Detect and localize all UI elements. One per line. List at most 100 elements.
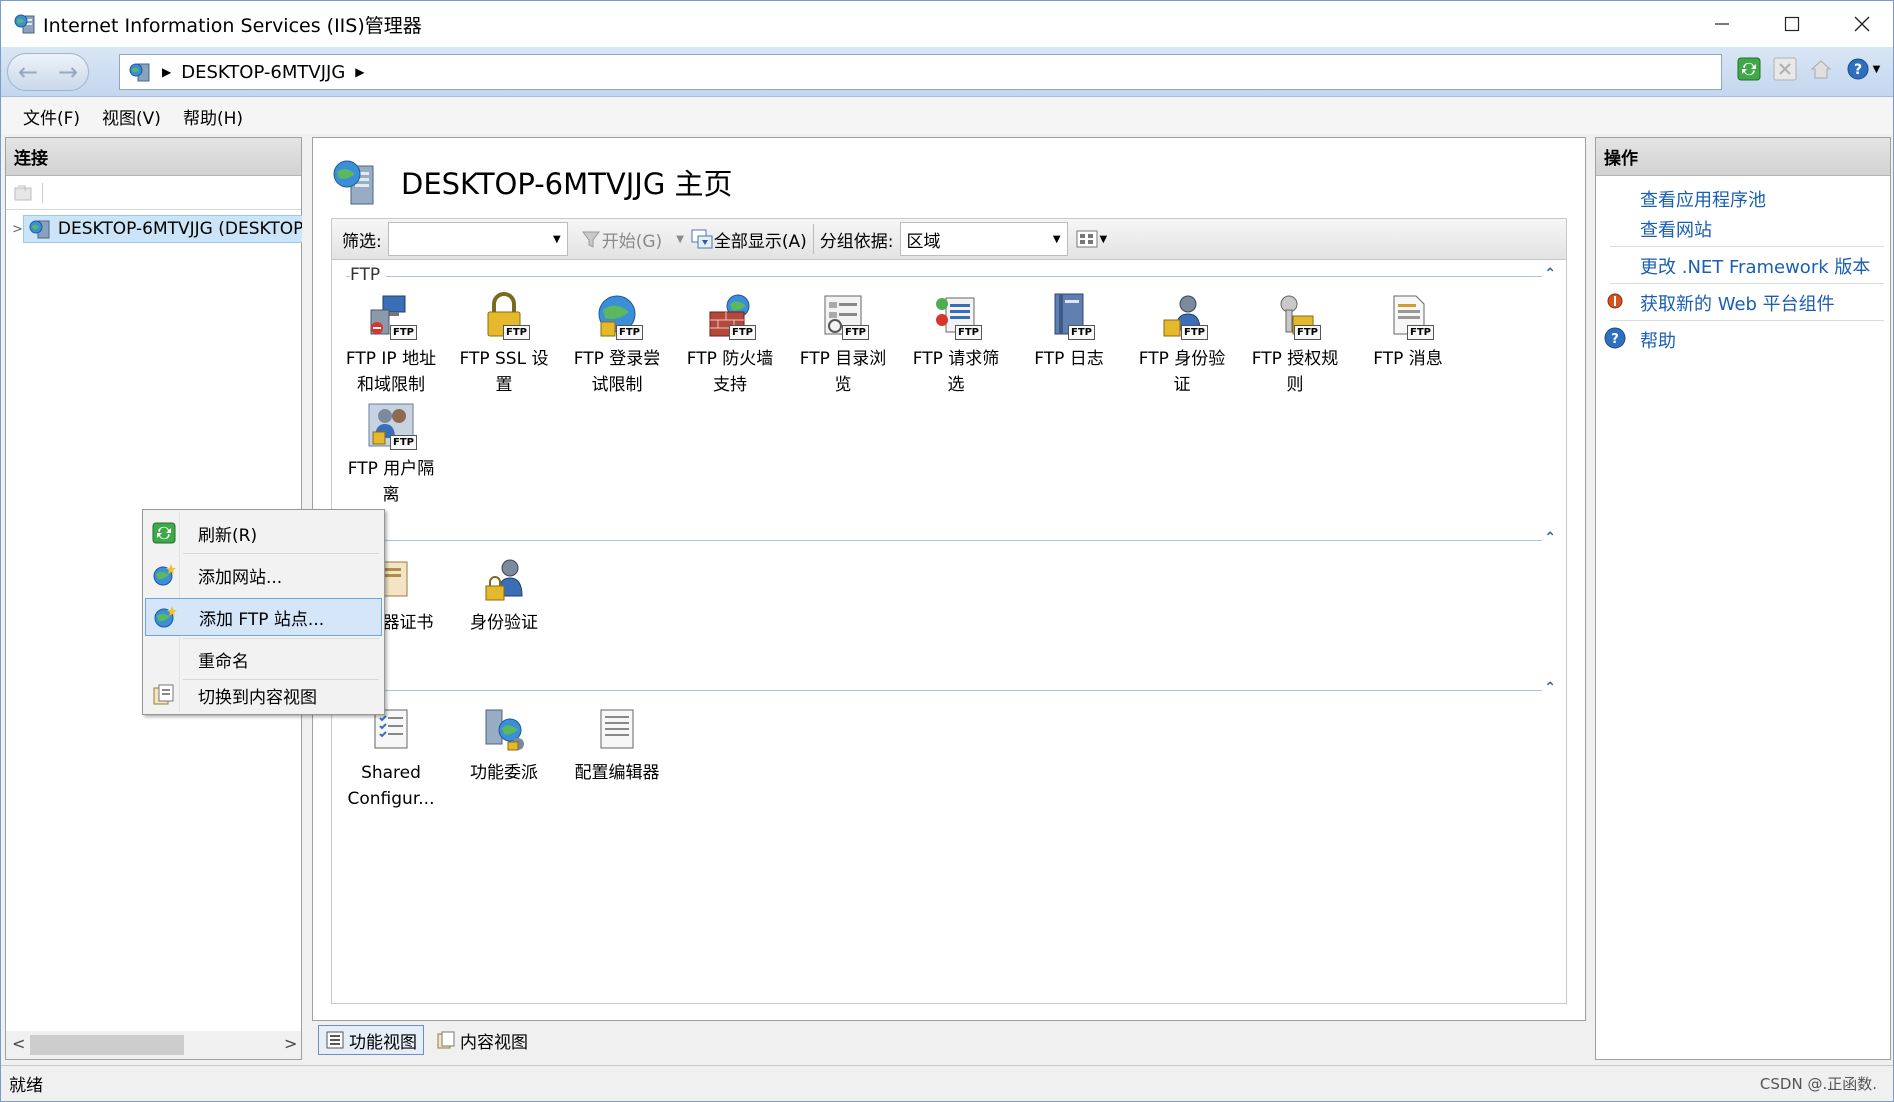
menu-item-label: 刷新(R) [198, 525, 258, 546]
feature-ftp-request-filtering[interactable]: FTP FTP 请求筛 选 [901, 292, 1011, 398]
feature-configuration-editor[interactable]: 配置编辑器 [562, 706, 672, 786]
menu-help[interactable]: 帮助(H) [183, 104, 243, 129]
chevron-down-icon[interactable]: ▼ [1100, 234, 1108, 245]
feature-shared-configuration[interactable]: Shared Configur... [336, 706, 446, 812]
feature-label: 功能委派 [470, 763, 538, 783]
action-get-web-platform[interactable]: 获取新的 Web 平台组件 [1640, 290, 1835, 316]
menu-item-rename[interactable]: 重命名 [145, 640, 382, 678]
feature-ftp-messages[interactable]: FTP FTP 消息 [1353, 292, 1463, 372]
actions-header: 操作 [1596, 138, 1890, 176]
collapse-management-icon[interactable]: ⌃ [1544, 680, 1556, 696]
feature-delegation[interactable]: 功能委派 [449, 706, 559, 786]
feature-label: 和域限制 [357, 375, 425, 395]
nav-buttons: ← → [7, 53, 89, 91]
server-large-icon [333, 160, 374, 205]
refresh-button[interactable] [1735, 55, 1763, 83]
feature-label: 览 [834, 375, 852, 395]
feature-label: 配置编辑器 [574, 763, 660, 783]
tree-node-selected[interactable]: DESKTOP-6MTVJJG (DESKTOP-6MTVJJG\ [22, 215, 302, 243]
server-icon [129, 63, 150, 82]
tab-label: 内容视图 [460, 1032, 528, 1053]
user-lock-icon [485, 559, 523, 601]
collapse-iis-icon[interactable]: ⌃ [1544, 530, 1556, 546]
view-tabs: 功能视图 内容视图 [312, 1021, 534, 1059]
menu-item-switch-content-view[interactable]: 切换到内容视图 [145, 676, 382, 714]
feature-label: FTP 授权规 [1251, 349, 1339, 369]
chevron-down-icon: ▼ [1052, 233, 1061, 245]
chevron-right-icon[interactable]: > [12, 222, 23, 237]
feature-ftp-firewall[interactable]: FTP FTP 防火墙 支持 [675, 292, 785, 398]
feature-ftp-ip-restrictions[interactable]: FTP FTP IP 地址 和域限制 [336, 292, 446, 398]
feature-label: FTP 登录尝 [573, 349, 661, 369]
svg-text:?: ? [1611, 332, 1619, 347]
minimize-button[interactable] [1687, 1, 1757, 47]
scroll-right-icon[interactable]: > [284, 1034, 297, 1053]
filter-combo[interactable]: ▼ [387, 222, 568, 256]
features-content: FTP ⌃ FTP FTP IP 地址 和域限制 FTP FTP SSL 设 置… [331, 260, 1567, 1004]
features-view-icon [326, 1031, 344, 1049]
feature-label: FTP SSL 设 [459, 349, 549, 369]
collapse-ftp-icon[interactable]: ⌃ [1544, 266, 1556, 282]
feature-label: FTP 目录浏 [799, 349, 887, 369]
breadcrumb-arrow-icon[interactable]: ▶ [355, 65, 364, 79]
feature-ftp-directory-browsing[interactable]: FTP FTP 目录浏 览 [788, 292, 898, 398]
feature-label: FTP 消息 [1373, 349, 1443, 369]
close-icon [1854, 16, 1870, 32]
close-button[interactable] [1827, 1, 1894, 47]
menu-item-refresh[interactable]: 刷新(R) [145, 514, 382, 552]
stop-button[interactable] [1771, 55, 1799, 83]
back-arrow-icon[interactable]: ← [18, 58, 38, 86]
menu-view[interactable]: 视图(V) [102, 104, 161, 129]
group-label-ftp[interactable]: FTP [350, 265, 387, 285]
group-by-value: 区域 [906, 231, 941, 252]
address-box[interactable]: ▶ DESKTOP-6MTVJJG ▶ [119, 54, 1722, 90]
feature-label: 则 [1286, 375, 1304, 395]
address-toolbar: ? ▼ [1735, 55, 1883, 83]
feature-label: FTP 日志 [1034, 349, 1104, 369]
web-platform-icon [1607, 293, 1623, 309]
maximize-button[interactable] [1757, 1, 1827, 47]
feature-label: 试限制 [591, 375, 643, 395]
action-help[interactable]: 帮助 [1640, 327, 1676, 353]
features-panel: DESKTOP-6MTVJJG 主页 筛选: ▼ 开始(G) ▼ 全部显示(A)… [312, 137, 1586, 1021]
home-button[interactable] [1807, 55, 1835, 83]
help-dropdown-button[interactable]: ? ▼ [1843, 55, 1883, 83]
feature-ftp-logon-attempts[interactable]: FTP FTP 登录尝 试限制 [562, 292, 672, 398]
horizontal-scrollbar[interactable]: < > [6, 1031, 301, 1059]
page-title: DESKTOP-6MTVJJG 主页 [401, 167, 733, 201]
actions-panel: 操作 查看应用程序池 查看网站 更改 .NET Framework 版本 获取新… [1595, 137, 1891, 1060]
add-website-icon [153, 564, 176, 586]
tab-content-view[interactable]: 内容视图 [430, 1025, 534, 1055]
group-by-combo[interactable]: 区域 ▼ [899, 222, 1068, 256]
breadcrumb-server[interactable]: DESKTOP-6MTVJJG [181, 62, 345, 83]
menu-file[interactable]: 文件(F) [23, 104, 80, 129]
feature-ftp-authentication[interactable]: FTP FTP 身份验 证 [1127, 292, 1237, 398]
view-mode-icon[interactable] [1076, 229, 1098, 249]
forward-arrow-icon[interactable]: → [58, 58, 78, 86]
feature-authentication[interactable]: 身份验证 [449, 556, 559, 636]
feature-ftp-logging[interactable]: FTP FTP 日志 [1014, 292, 1124, 372]
chevron-down-icon: ▼ [676, 233, 684, 245]
action-view-sites[interactable]: 查看网站 [1640, 216, 1712, 242]
start-button[interactable]: 开始(G) [602, 227, 662, 252]
tree-node-server[interactable]: > DESKTOP-6MTVJJG (DESKTOP-6MTVJJG\ [12, 214, 302, 244]
scrollbar-thumb[interactable] [30, 1035, 184, 1055]
show-all-button[interactable]: 全部显示(A) [714, 227, 807, 252]
feature-ftp-user-isolation[interactable]: FTP FTP 用户隔 离 [336, 402, 446, 508]
config-editor-icon [600, 709, 634, 749]
menu-item-add-website[interactable]: 添加网站... [145, 556, 382, 594]
action-view-app-pools[interactable]: 查看应用程序池 [1640, 186, 1766, 212]
add-ftp-site-icon [154, 606, 177, 628]
connect-icon[interactable] [12, 182, 34, 204]
funnel-icon [581, 231, 600, 248]
content-view-icon [437, 1031, 455, 1049]
action-change-net-framework[interactable]: 更改 .NET Framework 版本 [1640, 253, 1870, 279]
scroll-left-icon[interactable]: < [12, 1034, 25, 1053]
menu-item-add-ftp-site[interactable]: 添加 FTP 站点... [145, 598, 382, 636]
tree-node-label: DESKTOP-6MTVJJG (DESKTOP-6MTVJJG\ [57, 219, 302, 239]
feature-ftp-ssl[interactable]: FTP FTP SSL 设 置 [449, 292, 559, 398]
feature-label: Configur... [347, 789, 435, 809]
tab-features-view[interactable]: 功能视图 [318, 1025, 424, 1055]
feature-ftp-authorization-rules[interactable]: FTP FTP 授权规 则 [1240, 292, 1350, 398]
breadcrumb-arrow-icon[interactable]: ▶ [162, 65, 171, 79]
